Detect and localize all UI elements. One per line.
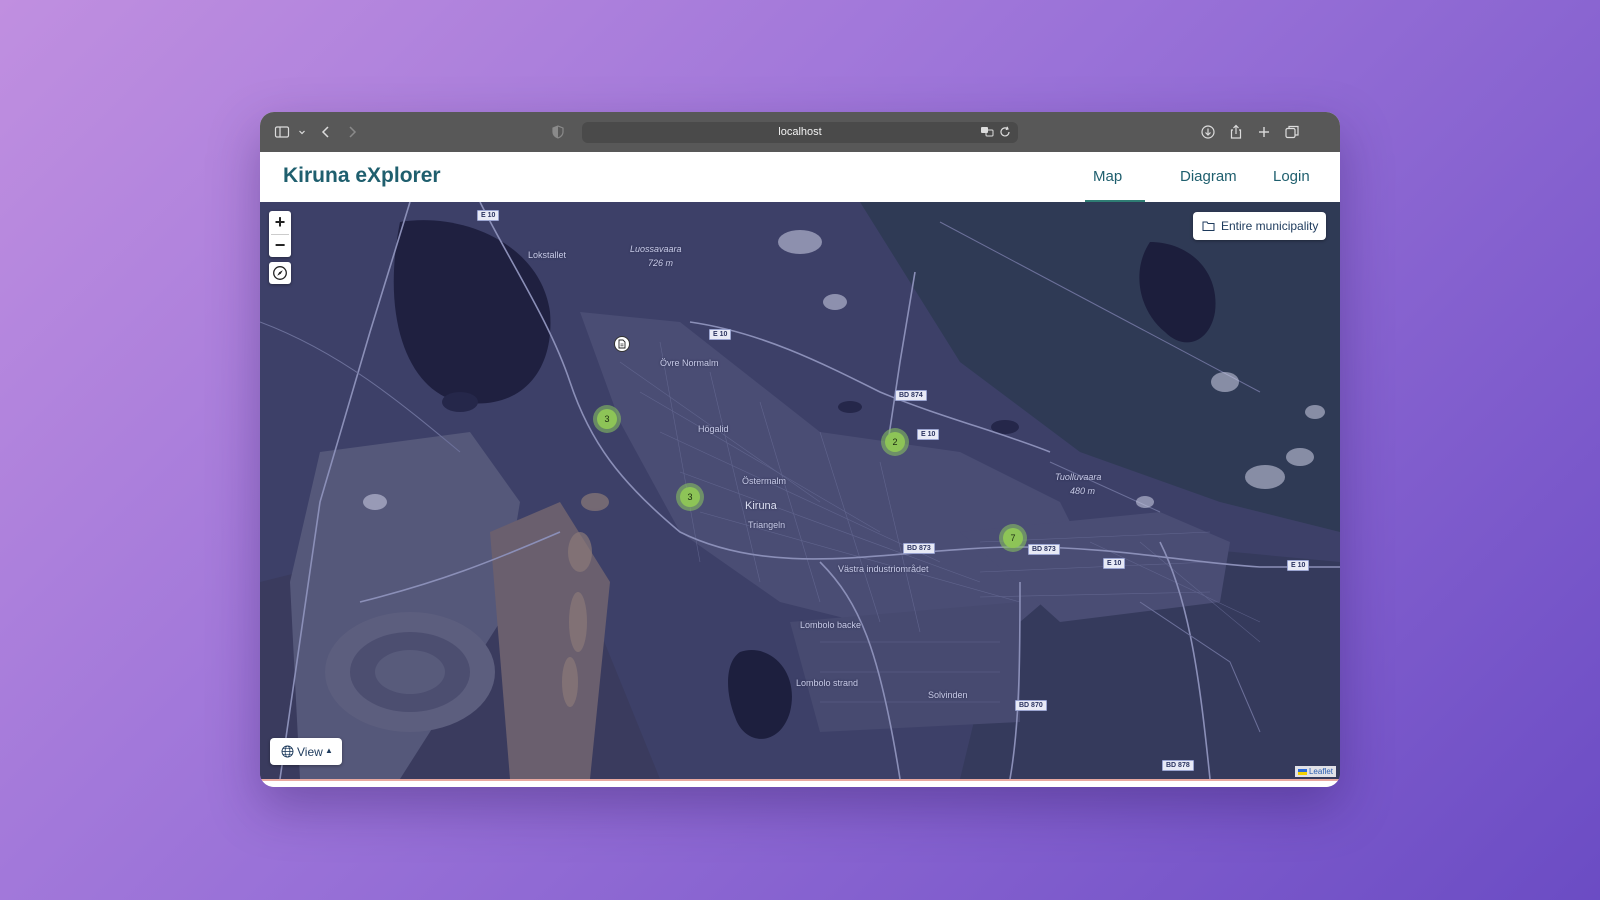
brand-title[interactable]: Kiruna eXplorer: [283, 164, 441, 188]
road-shield-bd873: BD 873: [1028, 544, 1060, 555]
label-triangeln: Triangeln: [748, 520, 786, 530]
browser-window: localhost Kiruna eXplorer Map Diagram Lo…: [260, 112, 1340, 787]
caret-up-icon: ▲: [325, 746, 333, 755]
browser-toolbar: localhost: [260, 112, 1340, 152]
cluster-count: 3: [597, 409, 617, 429]
label-kiruna: Kiruna: [745, 500, 777, 512]
url-text: localhost: [778, 126, 822, 138]
entire-municipality-label: Entire municipality: [1221, 219, 1319, 233]
forward-icon[interactable]: [344, 124, 360, 140]
document-icon: [618, 339, 626, 349]
sidebar-toggle-icon[interactable]: [274, 124, 290, 140]
marker-cluster[interactable]: 3: [676, 483, 704, 511]
globe-icon: [281, 745, 294, 758]
road-shield-e10: E 10: [917, 429, 940, 440]
download-icon[interactable]: [1200, 124, 1216, 140]
label-vastra-industriomradet: Västra industriområdet: [838, 564, 929, 574]
view-dropdown-button[interactable]: View ▲: [270, 738, 342, 765]
marker-cluster[interactable]: 2: [881, 428, 909, 456]
nav-link-login[interactable]: Login: [1273, 168, 1310, 185]
label-tuolluvaara: Tuolluvaara: [1055, 472, 1102, 482]
zoom-in-button[interactable]: +: [269, 211, 291, 233]
road-shield-e10: E 10: [477, 210, 500, 221]
page-bottom-strip: [260, 779, 1340, 787]
privacy-shield-icon[interactable]: [550, 124, 566, 140]
road-shield-bd874: BD 874: [895, 390, 927, 401]
tab-overview-icon[interactable]: [1284, 124, 1300, 140]
translate-icon[interactable]: [980, 125, 994, 139]
compass-icon: [273, 266, 287, 280]
folder-icon: [1202, 221, 1215, 231]
road-shield-bd878: BD 878: [1162, 760, 1194, 771]
label-ostermalm: Östermalm: [742, 476, 787, 486]
back-icon[interactable]: [318, 124, 334, 140]
label-solvinden: Solvinden: [928, 690, 968, 700]
label-ovre-normalm: Övre Normalm: [660, 358, 719, 368]
app-navbar: Kiruna eXplorer Map Diagram Login: [260, 152, 1340, 203]
map-attribution[interactable]: Leaflet: [1294, 766, 1336, 777]
zoom-out-button[interactable]: −: [269, 234, 291, 256]
zoom-control: + −: [269, 211, 291, 257]
label-luossavaara: Luossavaara: [630, 244, 682, 254]
nav-link-map[interactable]: Map: [1093, 168, 1122, 185]
new-tab-icon[interactable]: [1256, 124, 1272, 140]
road-shield-bd873: BD 873: [903, 543, 935, 554]
map-view[interactable]: Luossavaara 726 m Lokstallet Övre Normal…: [260, 202, 1340, 779]
chevron-down-icon[interactable]: [294, 124, 305, 140]
label-lokstallet: Lokstallet: [528, 250, 567, 260]
document-marker[interactable]: [614, 336, 630, 352]
satellite-map-background: [260, 202, 1340, 779]
label-hogalid: Högalid: [698, 424, 729, 434]
label-lombolo-backe: Lombolo backe: [800, 620, 862, 630]
leaflet-link[interactable]: Leaflet: [1309, 767, 1333, 776]
reload-icon[interactable]: [998, 125, 1012, 139]
marker-cluster[interactable]: 3: [593, 405, 621, 433]
share-icon[interactable]: [1228, 124, 1244, 140]
address-bar[interactable]: localhost: [582, 122, 1018, 143]
road-shield-e10: E 10: [1103, 558, 1126, 569]
view-label: View: [297, 745, 323, 759]
marker-cluster[interactable]: 7: [999, 524, 1027, 552]
label-luossavaara-elevation: 726 m: [648, 258, 674, 268]
bottom-divider: [260, 779, 1340, 781]
label-lombolo-strand: Lombolo strand: [796, 678, 859, 688]
entire-municipality-button[interactable]: Entire municipality: [1193, 212, 1326, 240]
cluster-count: 7: [1003, 528, 1023, 548]
road-shield-e10: E 10: [709, 329, 732, 340]
ukraine-flag-icon: [1297, 768, 1307, 775]
cluster-count: 2: [885, 432, 905, 452]
road-shield-bd870: BD 870: [1015, 700, 1047, 711]
nav-link-diagram[interactable]: Diagram: [1180, 168, 1237, 185]
cluster-count: 3: [680, 487, 700, 507]
compass-button[interactable]: [269, 262, 291, 284]
road-shield-e10: E 10: [1287, 560, 1310, 571]
label-tuolluvaara-elevation: 480 m: [1070, 486, 1096, 496]
